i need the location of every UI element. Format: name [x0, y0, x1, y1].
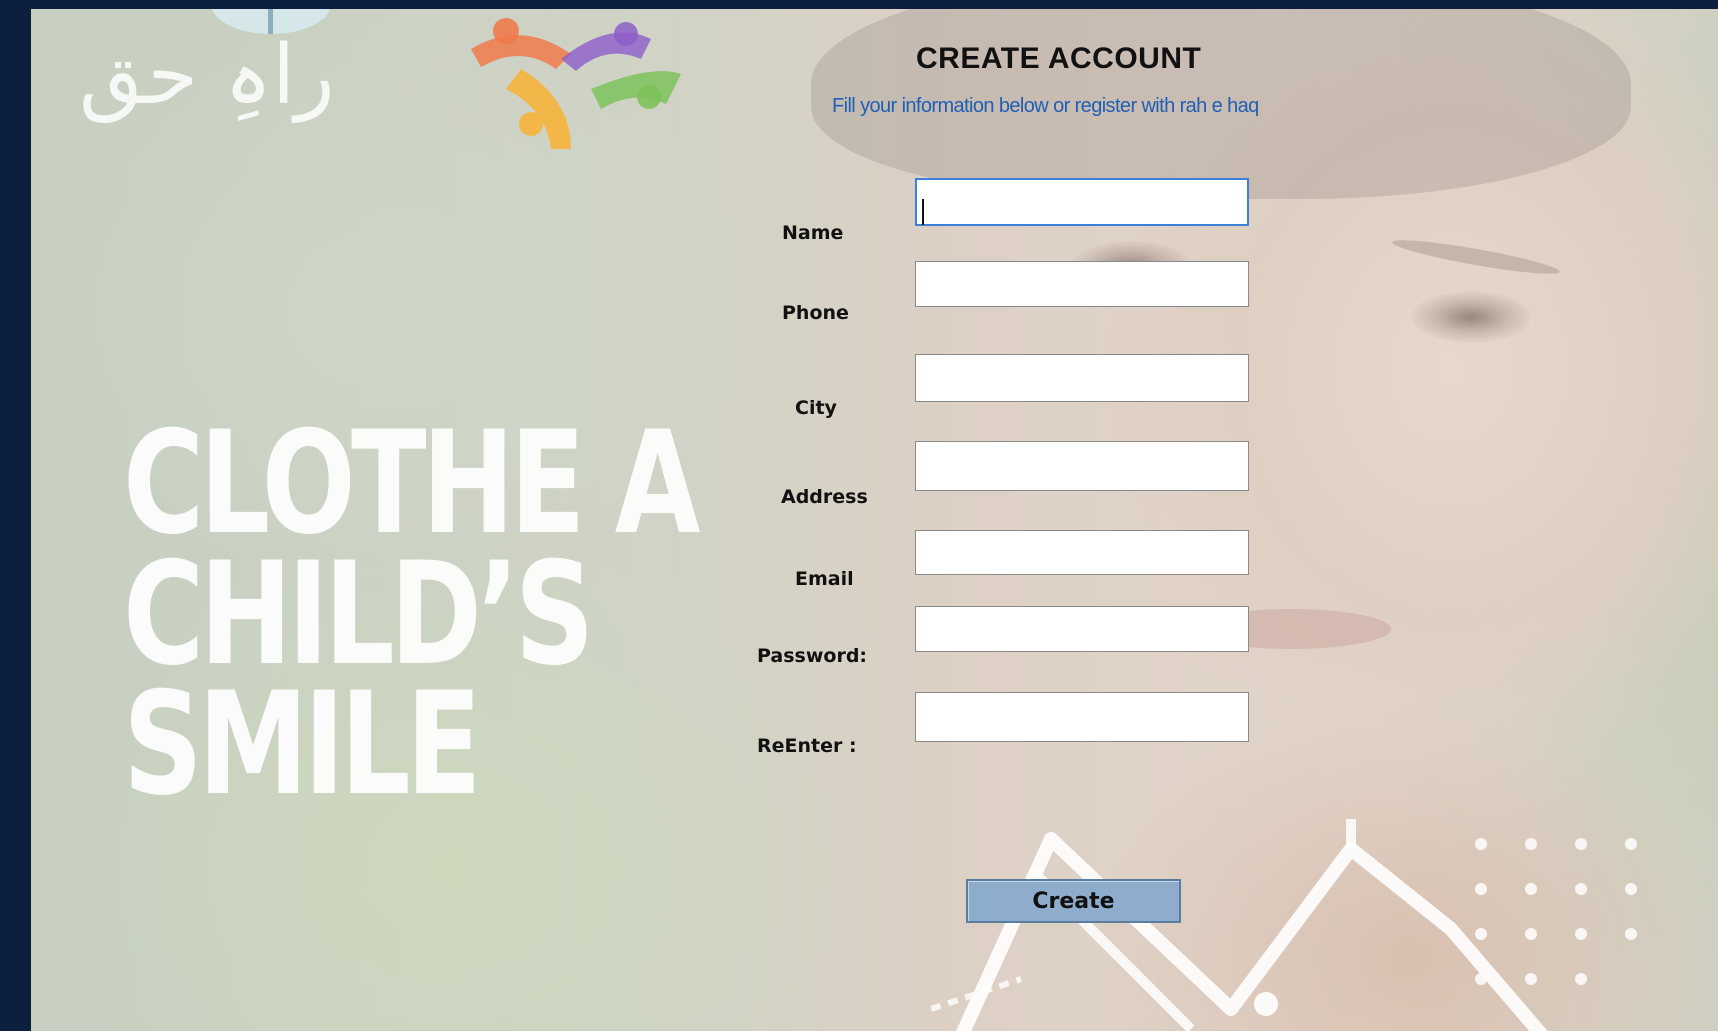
slogan-text: CLOTHE A CHILD’S SMILE: [123, 401, 701, 828]
text-caret: [922, 199, 924, 225]
decorative-dots: [1475, 838, 1637, 985]
create-account-window: راہِ حق CLOTHE A CHILD’S SMILE CREATE AC…: [31, 9, 1718, 1031]
background-photo-eye-right: [1411, 291, 1531, 343]
slogan-line-2: CHILD’S: [123, 531, 594, 697]
email-label: Email: [795, 568, 854, 590]
phone-label: Phone: [782, 302, 849, 324]
reenter-password-label: ReEnter :: [757, 735, 857, 757]
city-input[interactable]: [915, 354, 1249, 402]
city-label: City: [795, 397, 837, 419]
create-button[interactable]: Create: [966, 879, 1181, 923]
reenter-password-input[interactable]: [915, 692, 1249, 742]
email-input[interactable]: [915, 530, 1249, 575]
slogan-line-1: CLOTHE A: [123, 401, 701, 566]
password-input[interactable]: [915, 606, 1249, 652]
address-input[interactable]: [915, 441, 1249, 491]
rah-e-haq-logo: راہِ حق: [51, 9, 731, 169]
password-label: Password:: [757, 645, 868, 667]
form-subtitle: Fill your information below or register …: [832, 95, 1259, 117]
form-title: CREATE ACCOUNT: [916, 42, 1202, 75]
slogan-line-3: SMILE: [123, 662, 482, 828]
phone-input[interactable]: [915, 261, 1249, 307]
logo-text: راہِ حق: [79, 28, 335, 123]
background-photo-brow-right: [1390, 234, 1562, 280]
name-input[interactable]: [915, 178, 1249, 226]
address-label: Address: [781, 486, 868, 508]
name-label: Name: [782, 222, 844, 244]
